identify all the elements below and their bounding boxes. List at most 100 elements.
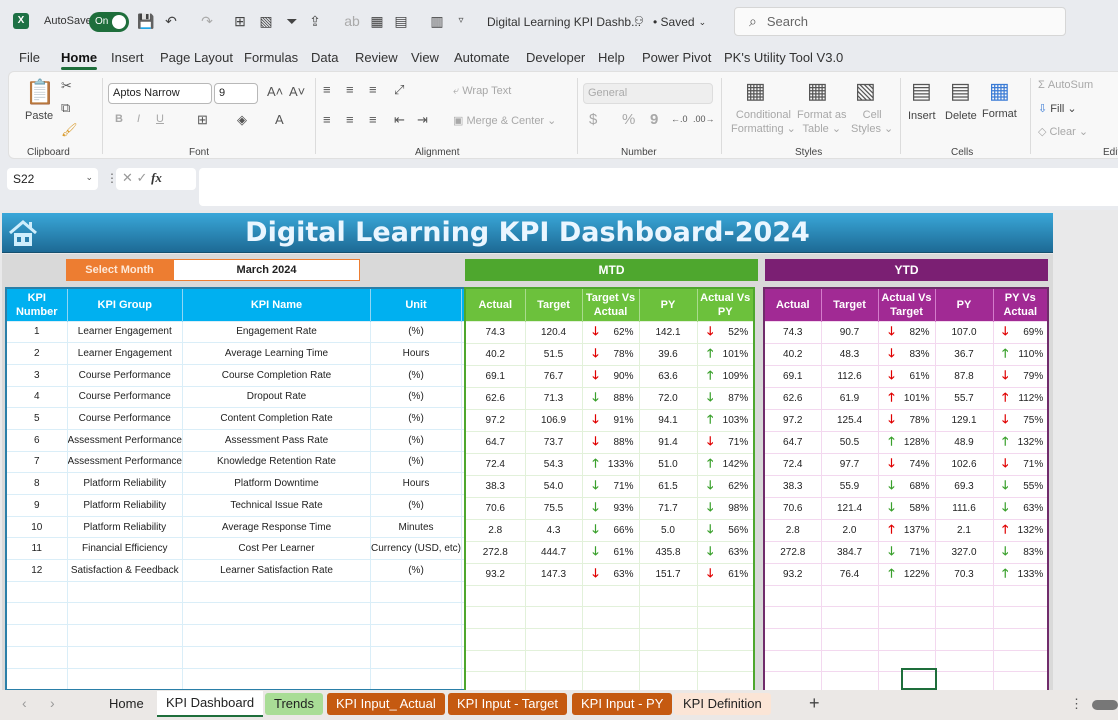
ytd-py-vs-actual-cell[interactable]: 🡓 71% [992, 452, 1049, 476]
kpi-group-cell[interactable]: Course Performance [66, 407, 183, 430]
increase-decimal-icon[interactable]: ←.0 [671, 114, 688, 124]
unit-cell[interactable] [369, 667, 463, 691]
mtd-actual-cell[interactable]: 64.7 [464, 430, 526, 454]
paste-button[interactable]: Paste [25, 110, 53, 122]
conditional-formatting-button[interactable]: Conditional Formatting ⌄ [731, 108, 796, 136]
mtd-target-vs-actual-cell[interactable]: 🡓 88% [581, 430, 640, 454]
selected-cell[interactable] [901, 668, 937, 690]
decrease-font-icon[interactable]: A˅ [289, 84, 305, 99]
unit-cell[interactable]: Hours [369, 342, 463, 365]
mtd-py-cell[interactable]: 63.6 [638, 364, 698, 388]
kpi-number-cell[interactable]: 8 [5, 472, 68, 495]
tab-developer[interactable]: Developer [526, 50, 585, 65]
mtd-actual-cell[interactable]: 40.2 [464, 342, 526, 366]
wrap-text-button[interactable]: ⤶ Wrap Text [453, 85, 511, 98]
empty-cell[interactable] [763, 584, 822, 608]
kpi-name-cell[interactable]: Platform Downtime [182, 472, 371, 495]
ytd-py-cell[interactable]: 69.3 [934, 474, 994, 498]
mtd-actual-vs-py-cell[interactable]: 🡑 109% [696, 364, 755, 388]
empty-cell[interactable] [464, 584, 526, 608]
ytd-py-vs-actual-cell[interactable]: 🡓 83% [992, 540, 1049, 564]
ytd-py-vs-actual-cell[interactable]: 🡓 63% [992, 496, 1049, 520]
kpi-name-cell[interactable]: Engagement Rate [182, 320, 371, 344]
unit-cell[interactable]: (%) [369, 407, 463, 430]
ytd-actual-vs-target-cell[interactable]: 🡑 122% [877, 562, 936, 586]
paste-icon[interactable]: 📋 [25, 78, 55, 108]
mtd-target-cell[interactable]: 51.5 [524, 342, 583, 366]
mtd-target-cell[interactable]: 4.3 [524, 518, 583, 542]
cell-styles-button[interactable]: Cell Styles ⌄ [851, 108, 893, 136]
insert-function-icon[interactable]: fx [151, 170, 162, 185]
ytd-py-vs-actual-cell[interactable]: 🡓 55% [992, 474, 1049, 498]
empty-cell[interactable] [696, 649, 755, 673]
mtd-target-vs-actual-cell[interactable]: 🡓 88% [581, 386, 640, 410]
empty-cell[interactable] [992, 584, 1049, 608]
table-icon[interactable]: ▦ [368, 12, 386, 30]
kpi-name-cell[interactable]: Technical Issue Rate [182, 494, 371, 517]
mtd-py-cell[interactable]: 94.1 [638, 408, 698, 432]
customize-qat-icon[interactable]: ▿ [452, 12, 470, 30]
cut-icon[interactable]: ✂ [61, 78, 72, 94]
kpi-name-cell[interactable]: Average Response Time [182, 515, 371, 539]
unit-cell[interactable]: Minutes [369, 515, 463, 539]
empty-cell[interactable] [581, 606, 640, 629]
ytd-py-cell[interactable]: 87.8 [934, 364, 994, 388]
ytd-target-cell[interactable]: 384.7 [820, 540, 879, 564]
ytd-target-cell[interactable]: 125.4 [820, 408, 879, 432]
ytd-actual-vs-target-cell[interactable]: 🡓 83% [877, 342, 936, 366]
search-box[interactable]: ⌕ Search [734, 7, 1066, 36]
tab-view[interactable]: View [411, 50, 439, 65]
font-size-select[interactable]: 9 [214, 83, 258, 104]
ytd-actual-cell[interactable]: 97.2 [763, 408, 822, 432]
decrease-decimal-icon[interactable]: .00→ [693, 114, 715, 124]
empty-cell[interactable] [638, 606, 698, 629]
empty-cell[interactable] [763, 627, 822, 651]
align-middle-icon[interactable]: ≡ [346, 82, 354, 97]
kpi-group-cell[interactable] [66, 624, 183, 647]
kpi-number-cell[interactable] [5, 602, 68, 626]
mtd-actual-cell[interactable]: 70.6 [464, 496, 526, 520]
empty-cell[interactable] [820, 649, 879, 673]
tab-insert[interactable]: Insert [111, 50, 144, 65]
filter-icon[interactable]: ⏷ [283, 12, 301, 30]
percent-button[interactable]: % [622, 111, 635, 128]
tab-page-layout[interactable]: Page Layout [160, 50, 233, 65]
ytd-py-vs-actual-cell[interactable]: 🡑 132% [992, 430, 1049, 454]
kpi-number-cell[interactable]: 2 [5, 342, 68, 365]
ytd-actual-vs-target-cell[interactable]: 🡓 68% [877, 474, 936, 498]
mtd-py-cell[interactable]: 71.7 [638, 496, 698, 520]
borders-icon[interactable]: ⊞ [231, 12, 249, 30]
kpi-group-cell[interactable]: Satisfaction & Feedback [66, 559, 183, 582]
ytd-target-cell[interactable]: 50.5 [820, 430, 879, 454]
mtd-actual-vs-py-cell[interactable]: 🡓 87% [696, 386, 755, 410]
empty-cell[interactable] [524, 584, 583, 608]
ytd-target-cell[interactable]: 121.4 [820, 496, 879, 520]
mtd-target-cell[interactable]: 444.7 [524, 540, 583, 564]
mtd-actual-vs-py-cell[interactable]: 🡓 71% [696, 430, 755, 454]
empty-cell[interactable] [524, 627, 583, 651]
kpi-number-cell[interactable]: 10 [5, 515, 68, 539]
more-options-icon[interactable]: ⋮ [1070, 696, 1083, 712]
kpi-number-cell[interactable]: 9 [5, 494, 68, 517]
cancel-icon[interactable]: ✕ [122, 170, 133, 185]
orientation-icon[interactable]: ⤢ [394, 82, 404, 98]
mtd-actual-cell[interactable]: 38.3 [464, 474, 526, 498]
kpi-name-cell[interactable] [182, 602, 371, 626]
calculator-icon[interactable]: ▤ [392, 12, 410, 30]
mtd-target-vs-actual-cell[interactable]: 🡓 62% [581, 320, 640, 344]
mtd-actual-vs-py-cell[interactable]: 🡓 61% [696, 562, 755, 586]
font-name-select[interactable]: Aptos Narrow [108, 83, 212, 104]
mtd-actual-vs-py-cell[interactable]: 🡑 101% [696, 342, 755, 366]
kpi-number-cell[interactable]: 7 [5, 450, 68, 474]
ytd-actual-vs-target-cell[interactable]: 🡑 137% [877, 518, 936, 542]
kpi-number-cell[interactable]: 1 [5, 320, 68, 344]
mtd-py-cell[interactable]: 39.6 [638, 342, 698, 366]
italic-button[interactable]: I [137, 113, 140, 125]
empty-cell[interactable] [992, 627, 1049, 651]
enter-icon[interactable]: ✓ [137, 170, 148, 185]
unit-cell[interactable]: (%) [369, 385, 463, 409]
ytd-py-vs-actual-cell[interactable]: 🡑 110% [992, 342, 1049, 366]
empty-cell[interactable] [992, 649, 1049, 673]
sheet-tab-kpi-dashboard[interactable]: KPI Dashboard [157, 691, 264, 717]
kpi-number-cell[interactable]: 12 [5, 559, 68, 582]
